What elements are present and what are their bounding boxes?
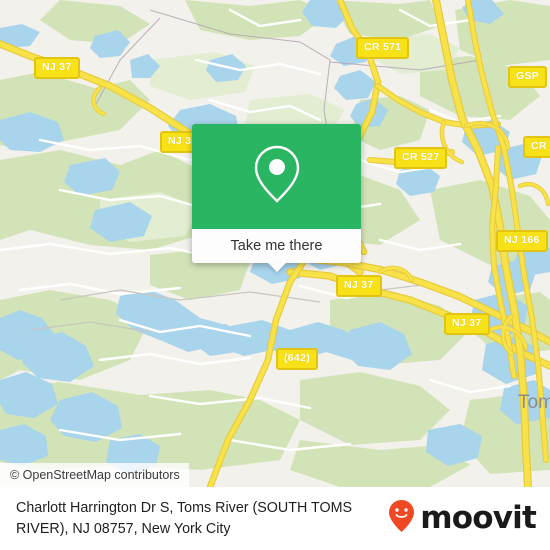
road-shield-nj37-nw[interactable]: NJ 37 [34,57,80,79]
road-shield-nj166[interactable]: NJ 166 [496,230,548,252]
location-popup-card[interactable]: Take me there [192,124,361,272]
moovit-smiley-pin-icon [388,499,415,538]
moovit-brand[interactable]: moovit [388,499,537,538]
osm-attribution[interactable]: © OpenStreetMap contributors [0,463,189,487]
map-pin-icon [251,143,303,210]
road-shield-cr5[interactable]: CR 5 [523,136,550,158]
screenshot-root: NJ 37 NJ 37 CR 571 GSP CR 527 CR 5 NJ 16… [0,0,550,550]
city-label-toms-river: Tom [518,392,550,413]
popup-image-panel [192,124,361,229]
road-shield-cr571[interactable]: CR 571 [356,37,410,59]
popup-tail [267,263,286,272]
footer-bar: Charlott Harrington Dr S, Toms River (SO… [0,487,550,550]
map-canvas[interactable]: NJ 37 NJ 37 CR 571 GSP CR 527 CR 5 NJ 16… [0,0,550,487]
road-shield-cr527[interactable]: CR 527 [394,147,448,169]
footer-address-text: Charlott Harrington Dr S, Toms River (SO… [16,500,353,537]
take-me-there-label: Take me there [230,238,323,254]
take-me-there-button[interactable]: Take me there [192,229,361,272]
moovit-wordmark: moovit [420,500,537,536]
road-shield-gsp[interactable]: GSP [508,66,548,88]
road-shield-nj37-e[interactable]: NJ 37 [444,313,490,335]
road-shield-642[interactable]: (642) [276,348,319,370]
road-shield-nj37-c[interactable]: NJ 37 [336,275,382,297]
